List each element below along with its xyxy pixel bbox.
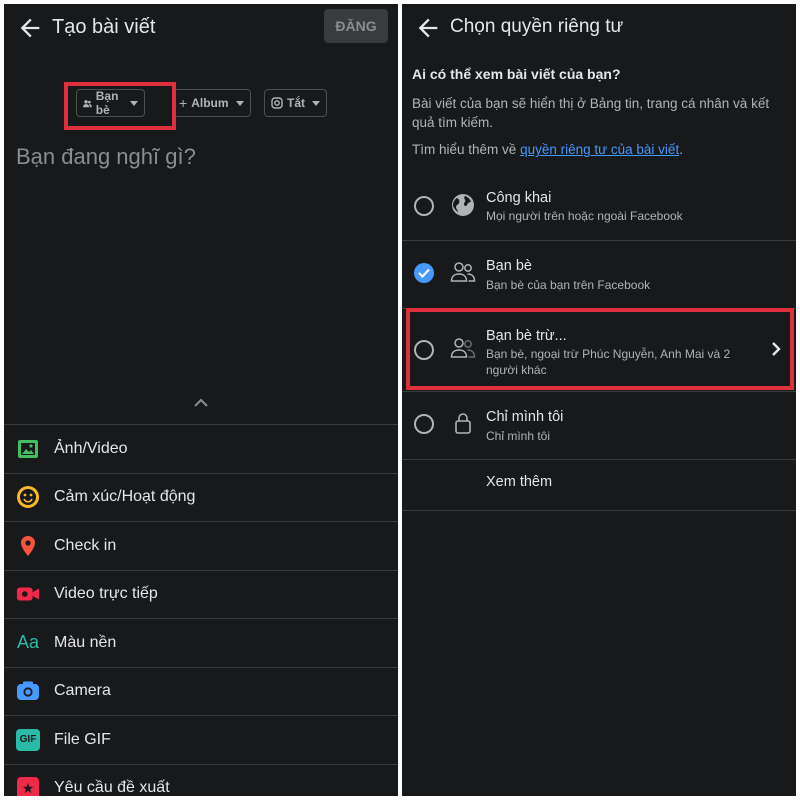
privacy-selector-screen: Chọn quyền riêng tư Ai có thể xem bài vi… xyxy=(402,4,796,796)
menu-item-gif[interactable]: GIF File GIF xyxy=(4,715,398,764)
location-pin-icon xyxy=(16,534,40,558)
create-post-screen: Tạo bài viết ĐĂNG Bạn bè + Album Tắt Bạn… xyxy=(4,4,398,796)
highlight-box xyxy=(64,82,176,130)
menu-item-label: Yêu cầu đề xuất xyxy=(54,779,170,796)
instagram-toggle-button[interactable]: Tắt xyxy=(264,89,327,117)
privacy-description: Bài viết của bạn sẽ hiển thị ở Bảng tin,… xyxy=(412,96,770,130)
post-privacy-link[interactable]: quyền riêng tư của bài viết xyxy=(520,142,679,157)
post-button[interactable]: ĐĂNG xyxy=(324,9,388,43)
menu-item-label: Video trực tiếp xyxy=(54,585,158,603)
recommend-icon: ★ xyxy=(16,776,40,796)
live-video-icon xyxy=(16,582,40,606)
chevron-up-icon[interactable] xyxy=(192,396,210,408)
option-subtitle: Chỉ mình tôi xyxy=(486,429,551,443)
radio-only-me[interactable] xyxy=(414,414,434,434)
menu-item-recommendation[interactable]: ★ Yêu cầu đề xuất xyxy=(4,763,398,796)
camera-icon xyxy=(16,679,40,703)
menu-item-label: Check in xyxy=(54,536,117,554)
menu-item-photo-video[interactable]: Ảnh/Video xyxy=(4,424,398,473)
menu-item-background-color[interactable]: Aa Màu nền xyxy=(4,618,398,667)
page-title: Chọn quyền riêng tư xyxy=(450,16,624,37)
option-subtitle: Bạn bè của bạn trên Facebook xyxy=(486,278,651,292)
learn-more-text: Tìm hiểu thêm về quyền riêng tư của bài … xyxy=(412,142,683,157)
see-more-button[interactable]: Xem thêm xyxy=(486,474,552,490)
album-selector-label: Album xyxy=(191,96,229,110)
menu-item-live-video[interactable]: Video trực tiếp xyxy=(4,569,398,619)
learn-more-suffix: . xyxy=(679,142,683,157)
learn-more-prefix: Tìm hiểu thêm về xyxy=(412,142,517,157)
privacy-question: Ai có thể xem bài viết của bạn? xyxy=(412,66,621,82)
post-options-menu: Ảnh/Video Cảm xúc/Hoạt động Check in Vid… xyxy=(4,424,398,796)
menu-item-camera[interactable]: Camera xyxy=(4,666,398,716)
text-style-icon: Aa xyxy=(16,632,40,653)
back-arrow-icon[interactable] xyxy=(16,14,44,42)
plus-icon: + xyxy=(179,95,188,111)
caret-down-icon xyxy=(312,100,320,106)
caret-down-icon xyxy=(235,100,244,106)
menu-item-label: Camera xyxy=(54,682,111,700)
globe-icon xyxy=(450,192,476,218)
menu-item-label: File GIF xyxy=(54,730,111,748)
smiley-icon xyxy=(16,485,40,509)
radio-public[interactable] xyxy=(414,196,434,216)
highlight-box xyxy=(406,308,794,390)
back-arrow-icon[interactable] xyxy=(414,14,442,42)
create-post-header: Tạo bài viết ĐĂNG xyxy=(4,4,398,52)
instagram-toggle-label: Tắt xyxy=(287,96,305,110)
option-title: Chỉ mình tôi xyxy=(486,409,564,425)
page-title: Tạo bài viết xyxy=(52,16,156,38)
divider xyxy=(402,510,796,511)
option-public[interactable]: Công khai Mọi người trên hoặc ngoài Face… xyxy=(402,174,796,240)
menu-item-label: Màu nền xyxy=(54,633,117,651)
instagram-icon xyxy=(271,97,283,109)
album-selector-button[interactable]: + Album xyxy=(172,89,251,117)
radio-checked-icon[interactable] xyxy=(414,263,434,283)
menu-item-feeling-activity[interactable]: Cảm xúc/Hoạt động xyxy=(4,472,398,522)
option-title: Công khai xyxy=(486,190,552,206)
menu-item-check-in[interactable]: Check in xyxy=(4,521,398,570)
option-title: Bạn bè xyxy=(486,258,532,274)
gif-icon: GIF xyxy=(16,728,40,752)
composer-input[interactable]: Bạn đang nghĩ gì? xyxy=(16,144,196,170)
menu-item-label: Ảnh/Video xyxy=(54,439,128,457)
option-only-me[interactable]: Chỉ mình tôi Chỉ mình tôi xyxy=(402,392,796,458)
divider xyxy=(402,459,796,460)
photo-icon xyxy=(16,437,40,461)
friends-icon xyxy=(450,261,476,287)
option-friends[interactable]: Bạn bè Bạn bè của bạn trên Facebook xyxy=(402,241,796,307)
menu-item-label: Cảm xúc/Hoạt động xyxy=(54,488,196,506)
option-subtitle: Mọi người trên hoặc ngoài Facebook xyxy=(486,209,683,223)
lock-icon xyxy=(450,410,476,436)
